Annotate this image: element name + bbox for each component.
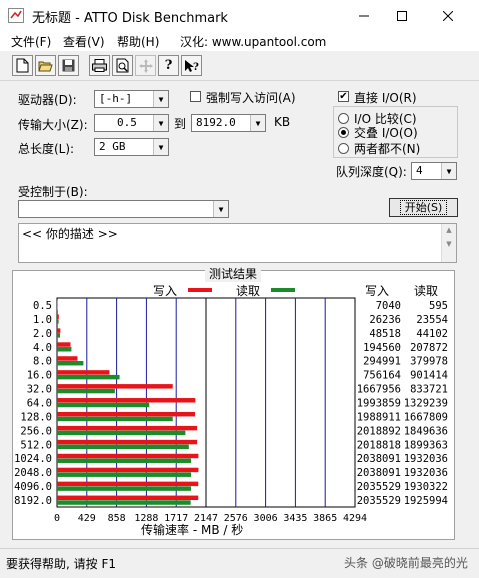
read-value: 1849636 [404,425,448,437]
read-bar [57,347,72,352]
read-value: 1899363 [404,439,448,451]
read-value: 23554 [416,314,448,326]
watermark: 头条 @破晓前最亮的光 [344,556,468,570]
write-value: 756164 [363,370,401,382]
y-tick-label: 0.5 [33,300,52,312]
read-value: 901414 [410,370,448,382]
write-bar [57,467,199,473]
read-bar [57,319,59,324]
write-bar [57,481,199,487]
read-value: 1930322 [404,481,448,493]
y-tick-label: 128.0 [20,411,52,423]
read-bar [57,402,150,408]
read-value: 1925994 [404,495,448,507]
write-value: 2038091 [357,453,401,465]
write-bar [57,453,199,459]
write-value: 1667956 [357,384,401,396]
y-tick-label: 16.0 [27,370,52,382]
write-value: 2035529 [357,481,401,493]
read-value: 44102 [416,328,448,340]
read-bar [57,430,186,436]
write-bar [57,300,58,305]
read-bar [57,486,191,491]
write-value: 2018818 [357,439,401,451]
write-bar [57,370,110,375]
benchmark-chart: 0 429 858 1288 1717 2147 2576 3006 3435 3865 42940… [14,297,448,524]
write-bar [57,439,198,445]
write-value: 1988911 [357,411,401,423]
write-value: 26236 [369,314,401,326]
write-bar [57,495,199,501]
read-value: 833721 [410,384,448,396]
y-tick-label: 4.0 [33,342,52,354]
write-bar [57,411,196,417]
read-bar [57,388,115,394]
read-bar [57,416,173,422]
y-tick-label: 1.0 [33,314,52,326]
y-tick-label: 2048.0 [14,467,52,479]
x-tick-label: 0 [54,513,60,524]
read-bar [57,472,192,477]
read-bar [57,360,84,366]
read-bar [57,305,58,310]
read-bar [57,444,189,450]
write-bar [57,328,61,333]
x-tick-label: 4294 [343,513,367,524]
x-tick-label: 858 [108,513,126,524]
y-tick-label: 8192.0 [14,495,52,507]
write-value: 2018892 [357,425,401,437]
y-tick-label: 2.0 [33,328,52,340]
status-text: 要获得帮助, 请按 F1 [6,557,116,571]
read-value: 595 [429,300,448,312]
read-value: 1932036 [404,467,448,479]
write-value: 294991 [363,356,401,368]
write-value: 2038091 [357,467,401,479]
read-bar [57,500,191,505]
y-tick-label: 512.0 [20,439,52,451]
x-tick-label: 3006 [254,513,278,524]
status-bar: 要获得帮助, 请按 F1 头条 @破晓前最亮的光 [0,548,479,578]
read-value: 1932036 [404,453,448,465]
write-bar [57,398,196,403]
read-value: 379978 [410,356,448,368]
y-tick-label: 32.0 [27,384,52,396]
write-bar [57,384,173,389]
write-bar [57,425,198,431]
write-value: 2035529 [357,495,401,507]
write-value: 48518 [369,328,401,340]
x-axis-label: 传输速率 - MB / 秒 [141,523,244,537]
y-tick-label: 4096.0 [14,481,52,493]
read-value: 1329239 [404,398,448,410]
write-value: 7040 [376,300,401,312]
write-bar [57,342,71,347]
read-bar [57,458,192,463]
x-tick-label: 429 [78,513,96,524]
write-bar [57,314,59,319]
y-tick-label: 64.0 [27,398,52,410]
y-tick-label: 8.0 [33,356,52,368]
write-value: 1993859 [357,398,401,410]
x-tick-label: 3435 [283,513,307,524]
write-bar [57,356,78,361]
read-bar [57,333,61,338]
y-tick-label: 256.0 [20,425,52,437]
x-tick-label: 3865 [313,513,337,524]
read-bar [57,374,120,380]
read-value: 207872 [410,342,448,354]
write-value: 194560 [363,342,401,354]
y-tick-label: 1024.0 [14,453,52,465]
read-value: 1667809 [404,411,448,423]
